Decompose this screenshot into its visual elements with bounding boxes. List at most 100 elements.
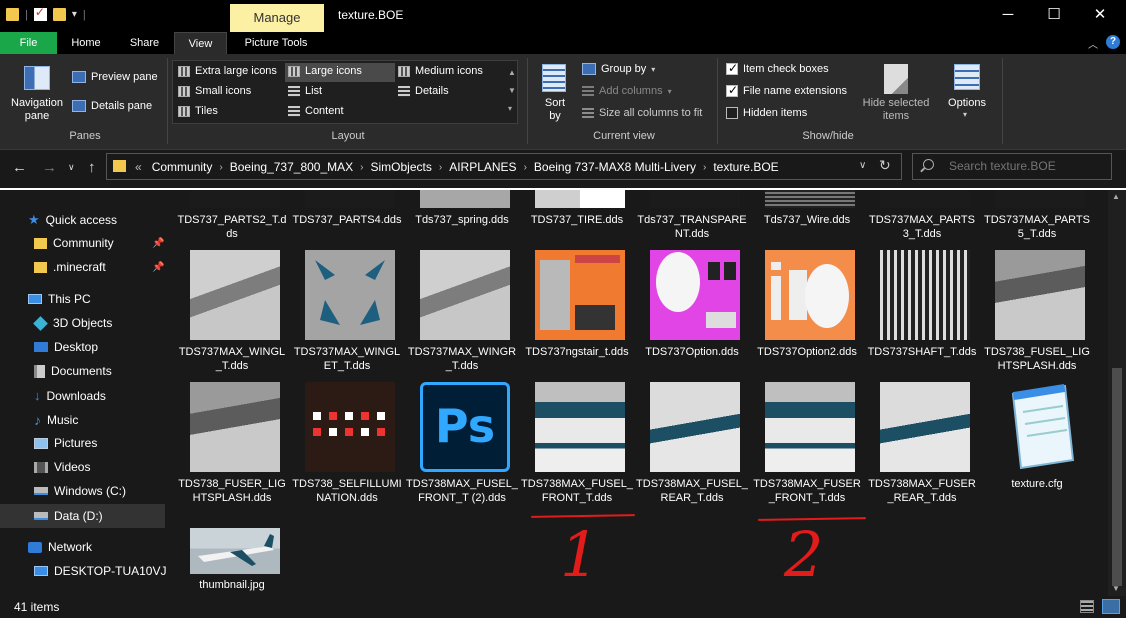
sidebar-item-quick-access[interactable]: ★ Quick access <box>28 212 117 228</box>
folder-icon[interactable] <box>6 8 19 21</box>
customize-toolbar-icon[interactable]: ▾ <box>72 9 77 20</box>
chevron-down-icon: ▾ <box>651 64 656 74</box>
file-name-extensions-toggle[interactable]: File name extensions <box>726 83 847 97</box>
sidebar-item-data-d[interactable]: Data (D:) <box>0 504 165 528</box>
sidebar-item-minecraft[interactable]: .minecraft <box>34 260 106 274</box>
sidebar-item-videos[interactable]: Videos <box>34 460 90 474</box>
breadcrumb-item[interactable]: texture.BOE <box>707 160 784 174</box>
layout-content[interactable]: Content <box>288 105 344 117</box>
vertical-scrollbar[interactable]: ▲ ▼ <box>1108 190 1126 596</box>
file-thumbnail <box>880 250 970 340</box>
layout-large-icons[interactable]: Large icons <box>288 65 362 77</box>
sidebar-item-downloads[interactable]: ↓ Downloads <box>34 388 106 403</box>
checkbox-checked[interactable] <box>726 83 738 97</box>
item-check-boxes-label: Item check boxes <box>743 63 829 75</box>
layout-option-label: Extra large icons <box>195 65 277 77</box>
breadcrumb-item[interactable]: Community <box>146 160 219 174</box>
file-name: TDS737MAX_WINGR_T.dds <box>407 346 517 372</box>
options-label: Options <box>948 97 986 109</box>
sidebar-item-3d-objects[interactable]: 3D Objects <box>33 315 113 331</box>
sidebar-item-label: This PC <box>48 292 91 306</box>
new-folder-icon[interactable] <box>52 8 66 21</box>
sidebar-item-label: Pictures <box>54 436 98 450</box>
sidebar-item-this-pc[interactable]: This PC <box>28 292 91 306</box>
sidebar-item-music[interactable]: ♪ Music <box>34 412 78 428</box>
forward-arrow-icon[interactable]: → <box>42 159 57 176</box>
search-icon <box>923 159 934 170</box>
pin-icon[interactable]: 📌 <box>152 262 164 273</box>
tab-home[interactable]: Home <box>57 32 115 54</box>
pin-icon[interactable]: 📌 <box>152 238 164 249</box>
scroll-up-arrow-icon[interactable]: ▲ <box>1112 192 1120 201</box>
file-thumbnail <box>880 382 970 472</box>
refresh-icon[interactable]: ↻ <box>879 157 891 174</box>
sidebar-item-desktop-pc[interactable]: DESKTOP-TUA10VJ <box>34 564 166 578</box>
medium-icons-icon <box>398 65 410 77</box>
size-all-columns-button[interactable]: Size all columns to fit <box>582 107 702 119</box>
preview-pane-button[interactable]: Preview pane <box>72 71 158 83</box>
sort-by-label: Sort by <box>544 97 566 122</box>
add-columns-button[interactable]: Add columns ▾ <box>582 85 672 97</box>
checkbox-checked[interactable] <box>726 61 738 75</box>
layout-option-label: Small icons <box>195 85 252 97</box>
star-icon: ★ <box>28 212 40 227</box>
tab-view[interactable]: View <box>174 32 227 54</box>
layout-gallery-scroll[interactable]: ▲ ▼ ▾ <box>508 64 516 118</box>
sidebar-item-network[interactable]: Network <box>28 540 92 554</box>
up-arrow-icon[interactable]: ↑ <box>88 159 96 176</box>
details-view-icon[interactable] <box>1080 600 1094 613</box>
sidebar-item-label: Documents <box>51 364 112 378</box>
drive-icon <box>34 512 48 520</box>
layout-extra-large-icons[interactable]: Extra large icons <box>178 65 277 77</box>
airplane-photo <box>198 534 274 566</box>
tab-file[interactable]: File <box>0 32 57 54</box>
sidebar-item-community[interactable]: Community <box>34 236 114 250</box>
sidebar-item-desktop[interactable]: Desktop <box>34 340 98 354</box>
tab-share[interactable]: Share <box>115 32 174 54</box>
large-icons-view-icon[interactable] <box>1102 599 1120 614</box>
hidden-items-toggle[interactable]: Hidden items <box>726 107 807 119</box>
breadcrumb-item[interactable]: SimObjects <box>365 160 438 174</box>
minimize-button[interactable]: ─ <box>985 0 1031 32</box>
scrollbar-thumb[interactable] <box>1112 368 1122 586</box>
breadcrumb-item[interactable]: Boeing_737_800_MAX <box>224 160 359 174</box>
tab-picture-tools[interactable]: Picture Tools <box>228 32 324 54</box>
layout-small-icons[interactable]: Small icons <box>178 85 251 97</box>
file-thumbnail <box>650 190 740 208</box>
stair-texture <box>540 255 620 330</box>
manage-tab[interactable]: Manage <box>230 4 324 32</box>
group-by-button[interactable]: Group by ▾ <box>582 63 655 75</box>
search-box[interactable] <box>912 153 1112 180</box>
sidebar-item-pictures[interactable]: Pictures <box>34 436 97 450</box>
group-divider <box>1002 58 1003 144</box>
recent-locations-icon[interactable]: ∨ <box>68 162 75 173</box>
chevron-up-icon[interactable]: ︿ <box>1088 36 1098 51</box>
chevron-down-icon[interactable]: ∨ <box>859 160 866 171</box>
item-check-boxes-toggle[interactable]: Item check boxes <box>726 61 829 75</box>
close-button[interactable]: ✕ <box>1077 0 1123 32</box>
file-name: TDS738_FUSEL_LIGHTSPLASH.dds <box>984 346 1090 372</box>
annotation-number-two: 2 <box>784 518 824 591</box>
details-pane-button[interactable]: Details pane <box>72 100 152 112</box>
address-bar[interactable]: « Community › Boeing_737_800_MAX › SimOb… <box>106 153 902 180</box>
large-icons-icon <box>288 65 300 77</box>
layout-details[interactable]: Details <box>398 85 449 97</box>
help-icon[interactable]: ? <box>1106 35 1120 49</box>
breadcrumb-overflow[interactable]: « <box>131 160 146 174</box>
scroll-down-arrow-icon[interactable]: ▼ <box>1112 584 1120 593</box>
layout-tiles[interactable]: Tiles <box>178 105 218 117</box>
sidebar-item-documents[interactable]: Documents <box>34 364 112 378</box>
breadcrumb-item[interactable]: AIRPLANES <box>443 160 522 174</box>
group-by-label: Group by <box>601 63 647 75</box>
checkbox-unchecked[interactable] <box>726 107 738 119</box>
properties-icon[interactable] <box>33 5 47 21</box>
text-file-icon <box>995 382 1085 472</box>
sidebar-item-label: 3D Objects <box>53 316 113 330</box>
maximize-button[interactable]: ☐ <box>1031 0 1077 32</box>
layout-medium-icons[interactable]: Medium icons <box>398 65 483 77</box>
back-arrow-icon[interactable]: ← <box>12 159 27 176</box>
layout-list[interactable]: List <box>288 85 322 97</box>
search-input[interactable] <box>949 159 1105 173</box>
breadcrumb-item[interactable]: Boeing 737-MAX8 Multi-Livery <box>528 160 702 174</box>
sidebar-item-windows-c[interactable]: Windows (C:) <box>34 484 126 498</box>
